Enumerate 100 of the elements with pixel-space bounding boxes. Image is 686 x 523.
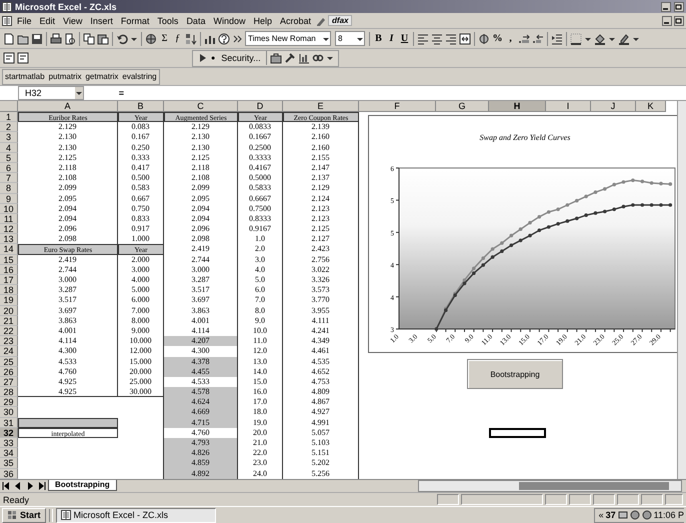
column-header[interactable]: J (591, 101, 636, 112)
copy-icon[interactable] (83, 32, 95, 44)
print-preview-icon[interactable] (64, 32, 76, 44)
menu-item[interactable]: Acrobat (276, 16, 314, 26)
row-header[interactable]: 10 (0, 204, 18, 214)
row-header[interactable]: 15 (0, 254, 18, 265)
vertical-scrollbar[interactable] (677, 101, 686, 479)
row-header[interactable]: 11 (0, 214, 18, 224)
row-header[interactable]: 25 (0, 356, 18, 367)
open-folder-icon[interactable] (17, 32, 29, 44)
tools-icon[interactable] (284, 52, 296, 64)
font-dropdown[interactable]: Times New Roman (245, 31, 331, 46)
row-header[interactable]: 23 (0, 336, 18, 346)
row-header[interactable]: 19 (0, 295, 18, 306)
row-header[interactable]: 17 (0, 275, 18, 286)
paste-icon[interactable] (97, 32, 109, 44)
fill-color-icon[interactable] (594, 32, 606, 44)
tray-expand[interactable]: « (598, 510, 604, 520)
toolbar-options-icon[interactable] (232, 32, 242, 44)
row-header[interactable]: 26 (0, 366, 18, 377)
undo-icon[interactable] (116, 32, 128, 44)
comma-button[interactable]: , (504, 33, 517, 44)
align-right-icon[interactable] (445, 32, 457, 44)
row-header[interactable]: 12 (0, 224, 18, 234)
column-header[interactable]: H (489, 101, 546, 112)
align-center-icon[interactable] (431, 32, 443, 44)
toolbar-button[interactable]: startmatlab (5, 72, 45, 81)
menu-item[interactable]: Help (250, 16, 275, 26)
column-header[interactable]: E (283, 101, 359, 112)
chart-edit-icon[interactable] (298, 52, 310, 64)
row-header[interactable]: 3 (0, 132, 18, 143)
toolbox-icon[interactable] (270, 52, 282, 64)
menu-item[interactable]: View (60, 16, 86, 26)
column-header[interactable]: B (118, 101, 164, 112)
column-header[interactable]: C (164, 101, 238, 112)
underline-button[interactable]: U (398, 33, 411, 44)
bold-button[interactable]: B (372, 33, 385, 44)
row-header[interactable]: 18 (0, 285, 18, 296)
font-color-icon[interactable] (618, 32, 630, 44)
toolbar-button[interactable]: evalstring (122, 72, 157, 81)
column-header[interactable]: G (436, 101, 489, 112)
italic-button[interactable]: I (385, 33, 398, 44)
save-icon[interactable] (31, 32, 43, 44)
row-header[interactable]: 16 (0, 264, 18, 275)
print-icon[interactable] (50, 32, 62, 44)
row-header[interactable]: 27 (0, 376, 18, 388)
new-document-icon[interactable] (3, 32, 15, 44)
form-icon[interactable] (17, 52, 29, 64)
row-header[interactable]: 7 (0, 173, 18, 184)
horizontal-scrollbar[interactable] (418, 480, 682, 492)
column-header[interactable]: F (359, 101, 436, 112)
row-header[interactable]: 13 (0, 234, 18, 244)
column-header[interactable]: K (636, 101, 666, 112)
tray-icon[interactable] (618, 510, 628, 520)
form-icon[interactable] (3, 52, 15, 64)
row-header[interactable]: 36 (0, 468, 18, 479)
indent-icon[interactable] (551, 32, 563, 44)
column-header[interactable]: D (238, 101, 283, 112)
play-icon[interactable] (197, 52, 207, 64)
link-icon[interactable] (312, 52, 324, 64)
toolbar-button[interactable]: putmatrix (48, 72, 82, 81)
row-header[interactable]: 4 (0, 142, 18, 153)
row-header[interactable]: 29 (0, 397, 18, 408)
tray-icon[interactable] (642, 510, 652, 520)
autosum-button[interactable]: Σ (158, 33, 171, 44)
column-header[interactable]: A (18, 101, 118, 112)
increase-decimal-icon[interactable] (518, 32, 530, 44)
tab-scroll-icon[interactable] (37, 480, 47, 490)
macro-button[interactable]: Bootstrapping (467, 359, 563, 389)
minimize-icon[interactable] (661, 2, 671, 12)
menu-item[interactable]: Data (183, 16, 208, 26)
row-header[interactable]: 22 (0, 326, 18, 336)
menu-item[interactable]: Format (118, 16, 152, 26)
column-header[interactable]: I (546, 101, 591, 112)
row-header[interactable]: 20 (0, 306, 18, 316)
row-header[interactable]: 14 (0, 244, 18, 255)
tab-scroll-icon[interactable] (1, 480, 11, 490)
document-icon[interactable] (2, 16, 12, 26)
percent-button[interactable]: % (491, 33, 504, 44)
row-header[interactable]: 8 (0, 183, 18, 194)
globe-icon[interactable] (145, 32, 157, 44)
menu-item[interactable]: File (14, 16, 35, 26)
security-button[interactable]: Security... (218, 53, 264, 63)
row-header[interactable]: 30 (0, 407, 18, 418)
menu-item[interactable]: Window (210, 16, 248, 26)
row-header[interactable]: 21 (0, 316, 18, 326)
menu-item[interactable]: dfax (328, 15, 352, 26)
toolbar-button[interactable]: getmatrix (85, 72, 118, 81)
row-header[interactable]: 2 (0, 122, 18, 132)
font-size-dropdown[interactable]: 8 (335, 31, 365, 46)
row-header[interactable]: 5 (0, 152, 18, 163)
start-button[interactable]: Start (2, 508, 46, 522)
row-header[interactable]: 6 (0, 162, 18, 174)
minimize-icon[interactable] (662, 16, 672, 26)
menu-item[interactable]: Insert (87, 16, 116, 26)
row-header[interactable]: 31 (0, 418, 18, 428)
borders-icon[interactable] (570, 32, 582, 44)
row-header[interactable]: 24 (0, 346, 18, 356)
row-header[interactable]: 1 (0, 112, 18, 122)
row-header[interactable]: 34 (0, 448, 18, 458)
